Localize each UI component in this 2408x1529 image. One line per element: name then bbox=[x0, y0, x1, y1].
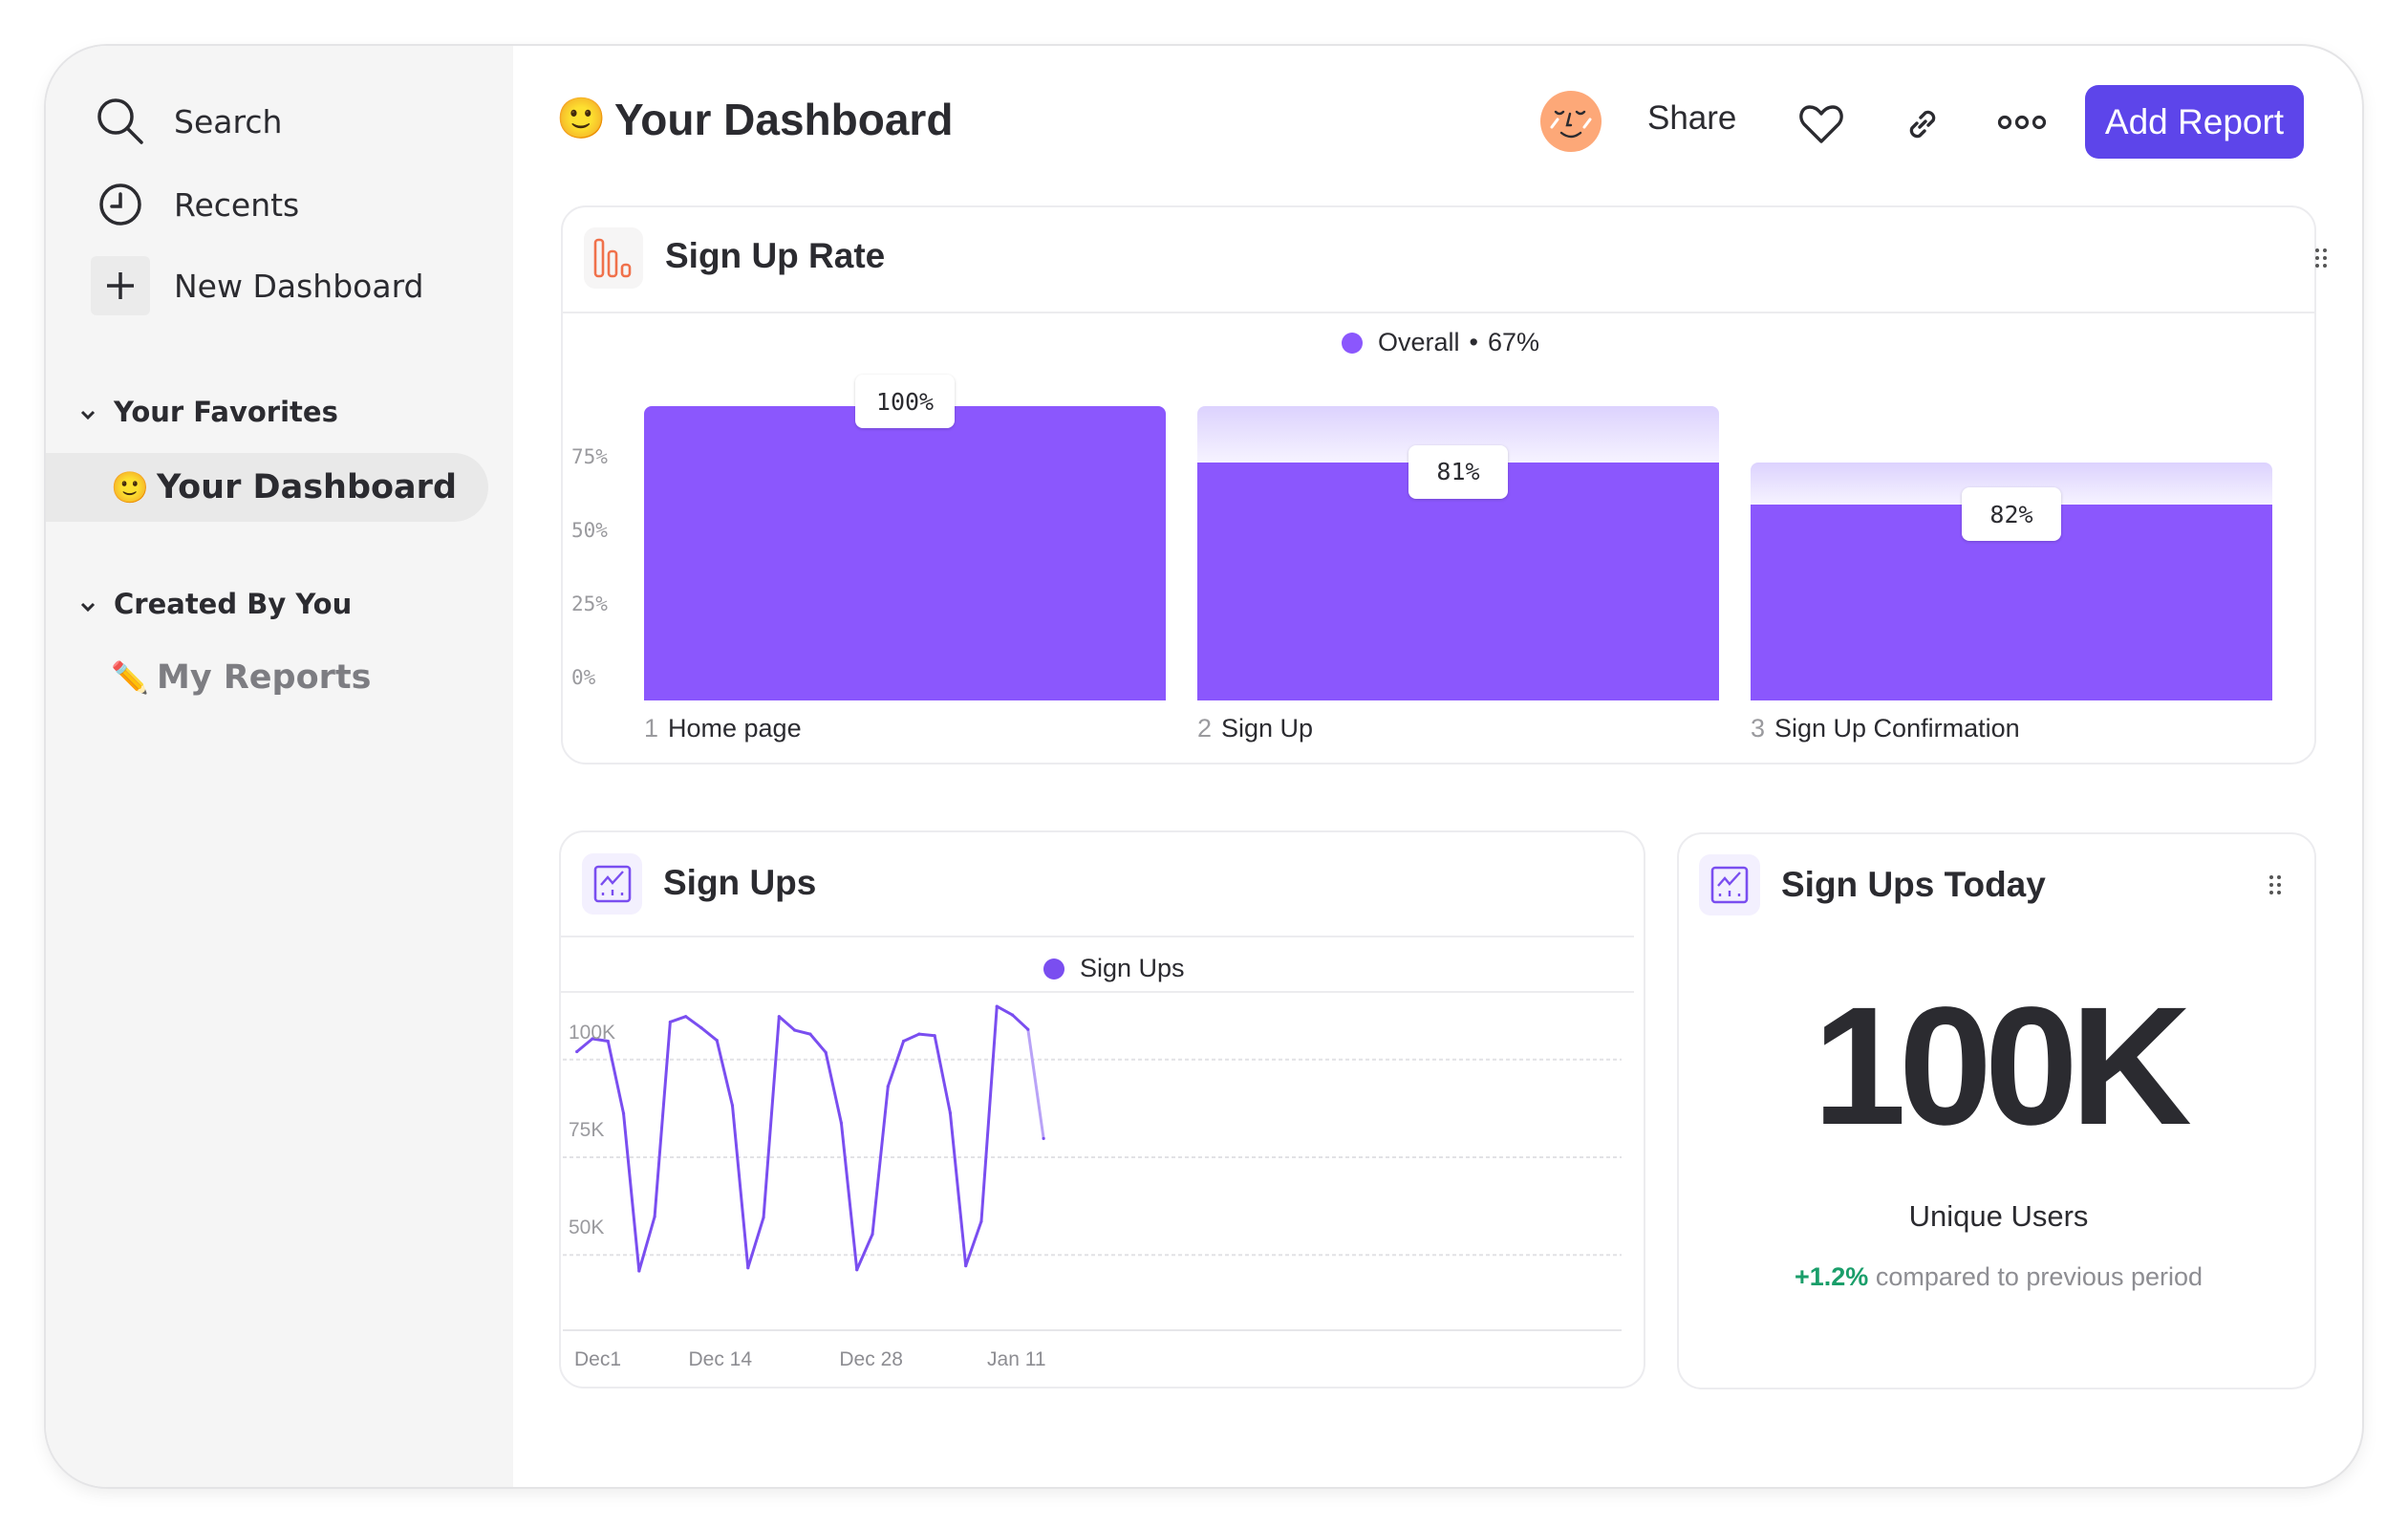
plus-icon bbox=[91, 256, 150, 315]
page-title: Your Dashboard bbox=[614, 95, 954, 144]
favorites-header-label: Your Favorites bbox=[114, 396, 338, 428]
heart-icon[interactable] bbox=[1798, 103, 1844, 150]
title-emoji-icon: 🙂 bbox=[556, 96, 607, 140]
created-header-label: Created By You bbox=[114, 588, 353, 620]
y-tick-label: 25% bbox=[571, 592, 608, 615]
data-point[interactable] bbox=[1010, 1013, 1015, 1017]
data-point[interactable] bbox=[808, 1032, 812, 1036]
data-point[interactable] bbox=[777, 1015, 781, 1019]
big-number: 100K bbox=[1813, 973, 2192, 1160]
delta-value: +1.2% bbox=[1794, 1262, 1869, 1291]
data-point[interactable] bbox=[824, 1050, 828, 1054]
add-report-button[interactable]: Add Report bbox=[2085, 85, 2304, 159]
data-point[interactable] bbox=[933, 1034, 936, 1038]
sidebar-item-your-dashboard[interactable]: 🙂 Your Dashboard bbox=[46, 453, 488, 522]
sign-ups-today-card: Sign Ups Today 100K Unique Users +1.2% c… bbox=[1677, 832, 2316, 1389]
my-reports-label: My Reports bbox=[157, 658, 372, 697]
funnel-chart: 0% 25% 50% 75% 100% 1 Home page 81% 2 Sign Up 82% 3… bbox=[563, 207, 2318, 766]
step-label: Sign Up bbox=[1221, 714, 1314, 743]
bar-value-label: 82% bbox=[1962, 487, 2061, 542]
series-line[interactable] bbox=[575, 1004, 1029, 1273]
avatar[interactable] bbox=[1540, 91, 1602, 157]
y-tick-label: 75K bbox=[569, 1118, 605, 1141]
step-number: 1 bbox=[644, 714, 659, 743]
favorites-section-header[interactable]: Your Favorites bbox=[46, 388, 513, 436]
series-line-incomplete[interactable] bbox=[1026, 1028, 1045, 1139]
data-point[interactable] bbox=[793, 1028, 797, 1032]
step-number: 2 bbox=[1197, 714, 1213, 743]
y-tick-label: 0% bbox=[571, 666, 596, 689]
step-label: Sign Up Confirmation bbox=[1774, 714, 2020, 743]
y-tick-label: 50K bbox=[569, 1217, 605, 1239]
line-chart-svg bbox=[563, 1004, 1622, 1331]
smiley-emoji-icon: 🙂 bbox=[111, 469, 149, 506]
clock-icon bbox=[92, 176, 149, 233]
app-window: Search Recents New Dashboard Your Favori… bbox=[46, 46, 2362, 1487]
bar-value-label: 81% bbox=[1408, 444, 1508, 499]
chevron-down-icon bbox=[78, 588, 97, 620]
search-icon bbox=[92, 93, 149, 150]
data-point[interactable] bbox=[684, 1015, 688, 1019]
pencil-emoji-icon: ✏️ bbox=[111, 659, 149, 696]
created-section-header[interactable]: Created By You bbox=[46, 580, 513, 628]
data-point[interactable] bbox=[855, 1268, 859, 1272]
sidebar-recents[interactable]: Recents bbox=[46, 171, 513, 238]
data-point[interactable] bbox=[715, 1039, 719, 1043]
sidebar-new-dashboard[interactable]: New Dashboard bbox=[46, 252, 513, 319]
data-point[interactable] bbox=[995, 1004, 999, 1008]
link-icon[interactable] bbox=[1903, 105, 1942, 148]
bar[interactable] bbox=[644, 406, 1166, 700]
x-tick-label: Jan 11 bbox=[987, 1348, 1046, 1370]
data-point[interactable] bbox=[746, 1266, 750, 1270]
data-point[interactable] bbox=[653, 1215, 656, 1218]
data-point[interactable] bbox=[948, 1111, 953, 1115]
data-point[interactable] bbox=[964, 1264, 968, 1268]
chevron-down-icon bbox=[78, 396, 97, 428]
sign-ups-card: Sign Ups Sign Ups 50K 75K 100K Dec1 Dec 14 De… bbox=[559, 830, 1645, 1389]
sign-up-rate-card: Sign Up Rate Overall • 67% 0% 25% 50% 75% 10… bbox=[561, 205, 2327, 766]
x-tick-label: Dec 28 bbox=[839, 1348, 903, 1370]
data-point[interactable] bbox=[762, 1216, 765, 1219]
y-tick-label: 50% bbox=[571, 519, 608, 542]
step-number: 3 bbox=[1751, 714, 1766, 743]
data-point[interactable] bbox=[730, 1104, 735, 1108]
new-dashboard-label: New Dashboard bbox=[174, 267, 424, 305]
data-point[interactable] bbox=[668, 1020, 672, 1024]
sidebar-item-my-reports[interactable]: ✏️ My Reports bbox=[46, 644, 513, 711]
x-tick-label: Dec1 bbox=[574, 1348, 622, 1370]
data-point[interactable] bbox=[917, 1032, 921, 1036]
favorite-label: Your Dashboard bbox=[157, 468, 457, 506]
sidebar-search[interactable]: Search bbox=[46, 88, 513, 155]
data-point[interactable] bbox=[1042, 1136, 1045, 1140]
card-title: Sign Ups Today bbox=[1781, 865, 2046, 904]
data-point[interactable] bbox=[575, 1049, 579, 1054]
step-label: Home page bbox=[668, 714, 802, 743]
comparison: +1.2% compared to previous period bbox=[1679, 1262, 2318, 1292]
search-label: Search bbox=[174, 102, 283, 140]
data-point[interactable] bbox=[901, 1039, 906, 1044]
share-button[interactable]: Share bbox=[1647, 99, 1736, 138]
data-point[interactable] bbox=[979, 1219, 983, 1223]
data-point[interactable] bbox=[637, 1269, 641, 1273]
bar-value-label: 100% bbox=[855, 375, 955, 428]
y-tick-label: 75% bbox=[571, 445, 608, 468]
metric-caption: Unique Users bbox=[1908, 1199, 2089, 1233]
line-chart-icon bbox=[1699, 854, 1760, 915]
sidebar: Search Recents New Dashboard Your Favori… bbox=[46, 46, 513, 1487]
drag-handle-icon[interactable] bbox=[2268, 874, 2283, 895]
line-chart: 50K 75K 100K Dec1 Dec 14 Dec 28 Jan 11 bbox=[561, 832, 1647, 1390]
data-point[interactable] bbox=[699, 1025, 703, 1030]
data-point[interactable] bbox=[621, 1111, 626, 1115]
y-tick-label: 100K bbox=[569, 1021, 616, 1044]
data-point[interactable] bbox=[1026, 1027, 1030, 1031]
data-point[interactable] bbox=[871, 1232, 874, 1237]
delta-text: compared to previous period bbox=[1875, 1262, 2204, 1291]
more-icon[interactable] bbox=[1997, 113, 2047, 137]
data-point[interactable] bbox=[839, 1121, 844, 1125]
x-tick-label: Dec 14 bbox=[688, 1348, 753, 1370]
recents-label: Recents bbox=[174, 185, 300, 224]
data-point[interactable] bbox=[886, 1085, 890, 1088]
